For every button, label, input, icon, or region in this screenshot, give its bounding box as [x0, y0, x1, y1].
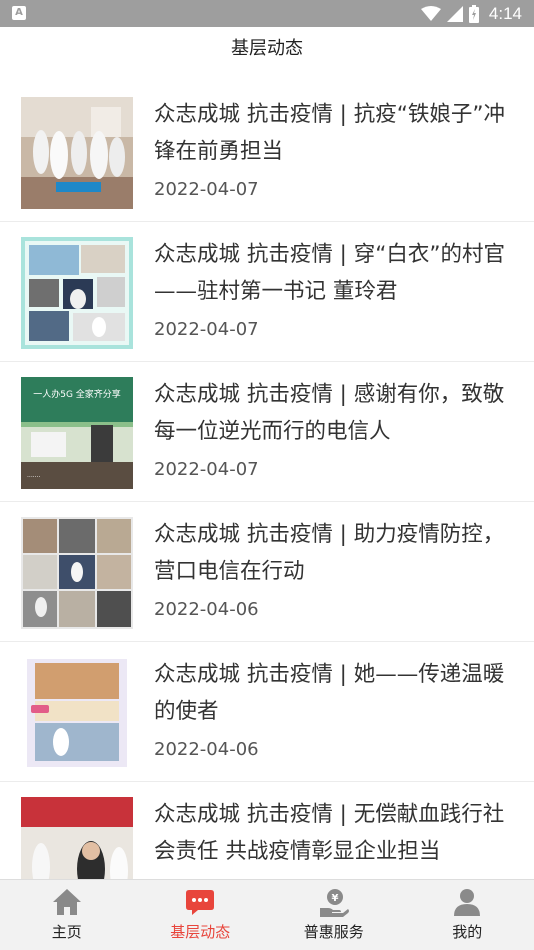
signal-icon — [446, 5, 463, 22]
news-item[interactable]: 众志成城 抗击疫情 | 无偿献血践行社会责任 共战疫情彰显企业担当 — [0, 782, 534, 879]
news-headline: 众志成城 抗击疫情 | 感谢有你，致敬每一位逆光而行的电信人 — [154, 382, 505, 444]
news-date: 2022-04-06 — [154, 739, 259, 760]
bottom-tab-bar: 主页 基层动态 ¥ 普惠服务 我的 — [0, 879, 534, 950]
news-thumbnail: 一人办5G 全家齐分享 ······· — [21, 377, 133, 489]
news-thumbnail — [21, 657, 133, 769]
tab-profile[interactable]: 我的 — [401, 880, 534, 950]
profile-icon — [454, 889, 481, 916]
news-headline: 众志成城 抗击疫情 | 穿“白衣”的村官——驻村第一书记 董玲君 — [154, 242, 506, 304]
news-headline: 众志成城 抗击疫情 | 抗疫“铁娘子”冲锋在前勇担当 — [154, 102, 506, 164]
news-item[interactable]: 众志成城 抗击疫情 | 助力疫情防控，营口电信在行动 2022-04-06 — [0, 502, 534, 642]
news-thumbnail — [21, 797, 133, 879]
news-date: 2022-04-07 — [154, 319, 259, 340]
svg-text:·······: ······· — [27, 474, 40, 481]
tab-label: 主页 — [51, 923, 82, 941]
thumb-banner-text: 一人办5G 全家齐分享 — [33, 388, 121, 400]
tab-label: 我的 — [452, 923, 483, 941]
battery-icon — [468, 4, 479, 23]
status-icons: 4:14 — [420, 0, 522, 27]
news-list[interactable]: 众志成城 抗击疫情 | 抗疫“铁娘子”冲锋在前勇担当 2022-04-07 众志… — [0, 82, 534, 879]
news-date: 2022-04-07 — [154, 459, 259, 480]
service-icon: ¥ — [319, 889, 349, 917]
news-date: 2022-04-07 — [154, 179, 259, 200]
app-header: 基层动态 — [0, 27, 534, 71]
news-thumbnail — [21, 237, 133, 349]
message-icon — [186, 890, 215, 915]
wifi-icon — [420, 5, 441, 21]
clock: 4:14 — [488, 3, 522, 23]
news-item[interactable]: 众志成城 抗击疫情 | 抗疫“铁娘子”冲锋在前勇担当 2022-04-07 — [0, 82, 534, 222]
news-thumbnail — [21, 97, 133, 209]
status-bar: A 4:14 — [0, 0, 534, 27]
tab-label: 基层动态 — [170, 923, 231, 941]
svg-text:¥: ¥ — [331, 893, 338, 904]
news-headline: 众志成城 抗击疫情 | 无偿献血践行社会责任 共战疫情彰显企业担当 — [154, 802, 505, 864]
news-thumbnail — [21, 517, 133, 629]
sim-icon: A — [12, 6, 26, 20]
tab-news[interactable]: 基层动态 — [134, 880, 268, 950]
tab-home[interactable]: 主页 — [0, 880, 134, 950]
news-date: 2022-04-06 — [154, 599, 259, 620]
home-icon — [52, 889, 81, 915]
news-headline: 众志成城 抗击疫情 | 她——传递温暖的使者 — [154, 662, 505, 724]
news-item[interactable]: 众志成城 抗击疫情 | 她——传递温暖的使者 2022-04-06 — [0, 642, 534, 782]
news-item[interactable]: 众志成城 抗击疫情 | 穿“白衣”的村官——驻村第一书记 董玲君 2022-04… — [0, 222, 534, 362]
tab-label: 普惠服务 — [303, 923, 364, 941]
page-title: 基层动态 — [231, 38, 303, 59]
news-item[interactable]: 一人办5G 全家齐分享 ······· 众志成城 抗击疫情 | 感谢有你，致敬每… — [0, 362, 534, 502]
news-headline: 众志成城 抗击疫情 | 助力疫情防控，营口电信在行动 — [154, 522, 505, 584]
tab-service[interactable]: ¥ 普惠服务 — [267, 880, 401, 950]
